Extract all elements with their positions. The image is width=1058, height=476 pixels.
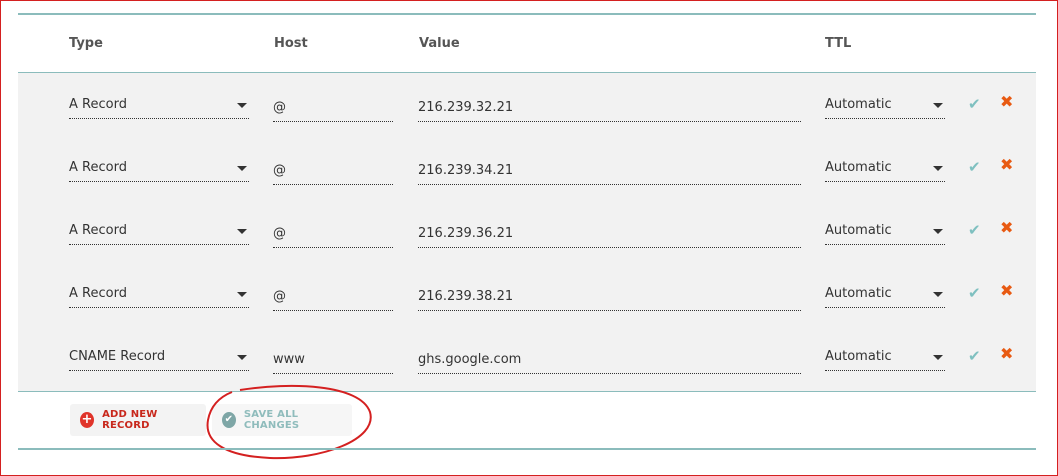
x-icon[interactable]: ✖	[1000, 93, 1013, 111]
ttl-select[interactable]: Automatic	[825, 158, 945, 182]
value-input[interactable]: 216.239.38.21	[418, 287, 801, 311]
ttl-value: Automatic	[825, 286, 892, 301]
ttl-value: Automatic	[825, 223, 892, 238]
ttl-value: Automatic	[825, 160, 892, 175]
check-icon[interactable]: ✔	[968, 95, 981, 113]
footer-divider	[18, 391, 1036, 392]
annotation-circle	[206, 384, 372, 460]
record-type-select[interactable]: A Record	[69, 158, 249, 182]
caret-down-icon	[237, 355, 247, 360]
host-input[interactable]: www	[273, 350, 393, 374]
record-type-select[interactable]: CNAME Record	[69, 347, 249, 371]
value-input[interactable]: 216.239.32.21	[418, 98, 801, 122]
caret-down-icon	[933, 292, 943, 297]
records-table-body: A Record @ 216.239.32.21 Automatic ✔ ✖ A…	[18, 73, 1036, 391]
record-type-select[interactable]: A Record	[69, 221, 249, 245]
add-new-record-label: ADD NEW RECORD	[102, 409, 158, 431]
x-icon[interactable]: ✖	[1000, 345, 1013, 363]
table-row: A Record @ 216.239.34.21 Automatic ✔ ✖	[18, 136, 1036, 199]
caret-down-icon	[237, 229, 247, 234]
host-input[interactable]: @	[273, 161, 393, 185]
table-header: Type Host Value TTL	[18, 15, 1036, 72]
x-icon[interactable]: ✖	[1000, 282, 1013, 300]
table-row: CNAME Record www ghs.google.com Automati…	[18, 325, 1036, 388]
record-type-value: A Record	[69, 97, 127, 112]
record-type-value: A Record	[69, 160, 127, 175]
check-icon[interactable]: ✔	[968, 221, 981, 239]
caret-down-icon	[933, 355, 943, 360]
caret-down-icon	[237, 103, 247, 108]
record-type-select[interactable]: A Record	[69, 284, 249, 308]
column-header-type: Type	[69, 36, 103, 51]
ttl-select[interactable]: Automatic	[825, 347, 945, 371]
ttl-select[interactable]: Automatic	[825, 284, 945, 308]
caret-down-icon	[933, 229, 943, 234]
column-header-ttl: TTL	[825, 36, 852, 51]
ttl-select[interactable]: Automatic	[825, 95, 945, 119]
host-input[interactable]: @	[273, 287, 393, 311]
table-row: A Record @ 216.239.38.21 Automatic ✔ ✖	[18, 262, 1036, 325]
plus-circle-icon: +	[80, 412, 95, 428]
host-input[interactable]: @	[273, 98, 393, 122]
bottom-divider	[18, 448, 1036, 450]
value-input[interactable]: 216.239.36.21	[418, 224, 801, 248]
check-icon[interactable]: ✔	[968, 347, 981, 365]
table-row: A Record @ 216.239.36.21 Automatic ✔ ✖	[18, 199, 1036, 262]
record-type-select[interactable]: A Record	[69, 95, 249, 119]
column-header-value: Value	[419, 36, 460, 51]
table-row: A Record @ 216.239.32.21 Automatic ✔ ✖	[18, 73, 1036, 136]
add-new-record-button[interactable]: + ADD NEW RECORD	[70, 404, 206, 436]
value-input[interactable]: ghs.google.com	[418, 350, 801, 374]
x-icon[interactable]: ✖	[1000, 156, 1013, 174]
x-icon[interactable]: ✖	[1000, 219, 1013, 237]
column-header-host: Host	[274, 36, 308, 51]
host-input[interactable]: @	[273, 224, 393, 248]
record-type-value: A Record	[69, 286, 127, 301]
check-icon[interactable]: ✔	[968, 284, 981, 302]
caret-down-icon	[237, 166, 247, 171]
caret-down-icon	[933, 103, 943, 108]
value-input[interactable]: 216.239.34.21	[418, 161, 801, 185]
caret-down-icon	[933, 166, 943, 171]
ttl-value: Automatic	[825, 97, 892, 112]
caret-down-icon	[237, 292, 247, 297]
check-icon[interactable]: ✔	[968, 158, 981, 176]
ttl-select[interactable]: Automatic	[825, 221, 945, 245]
record-type-value: CNAME Record	[69, 349, 166, 364]
record-type-value: A Record	[69, 223, 127, 238]
ttl-value: Automatic	[825, 349, 892, 364]
